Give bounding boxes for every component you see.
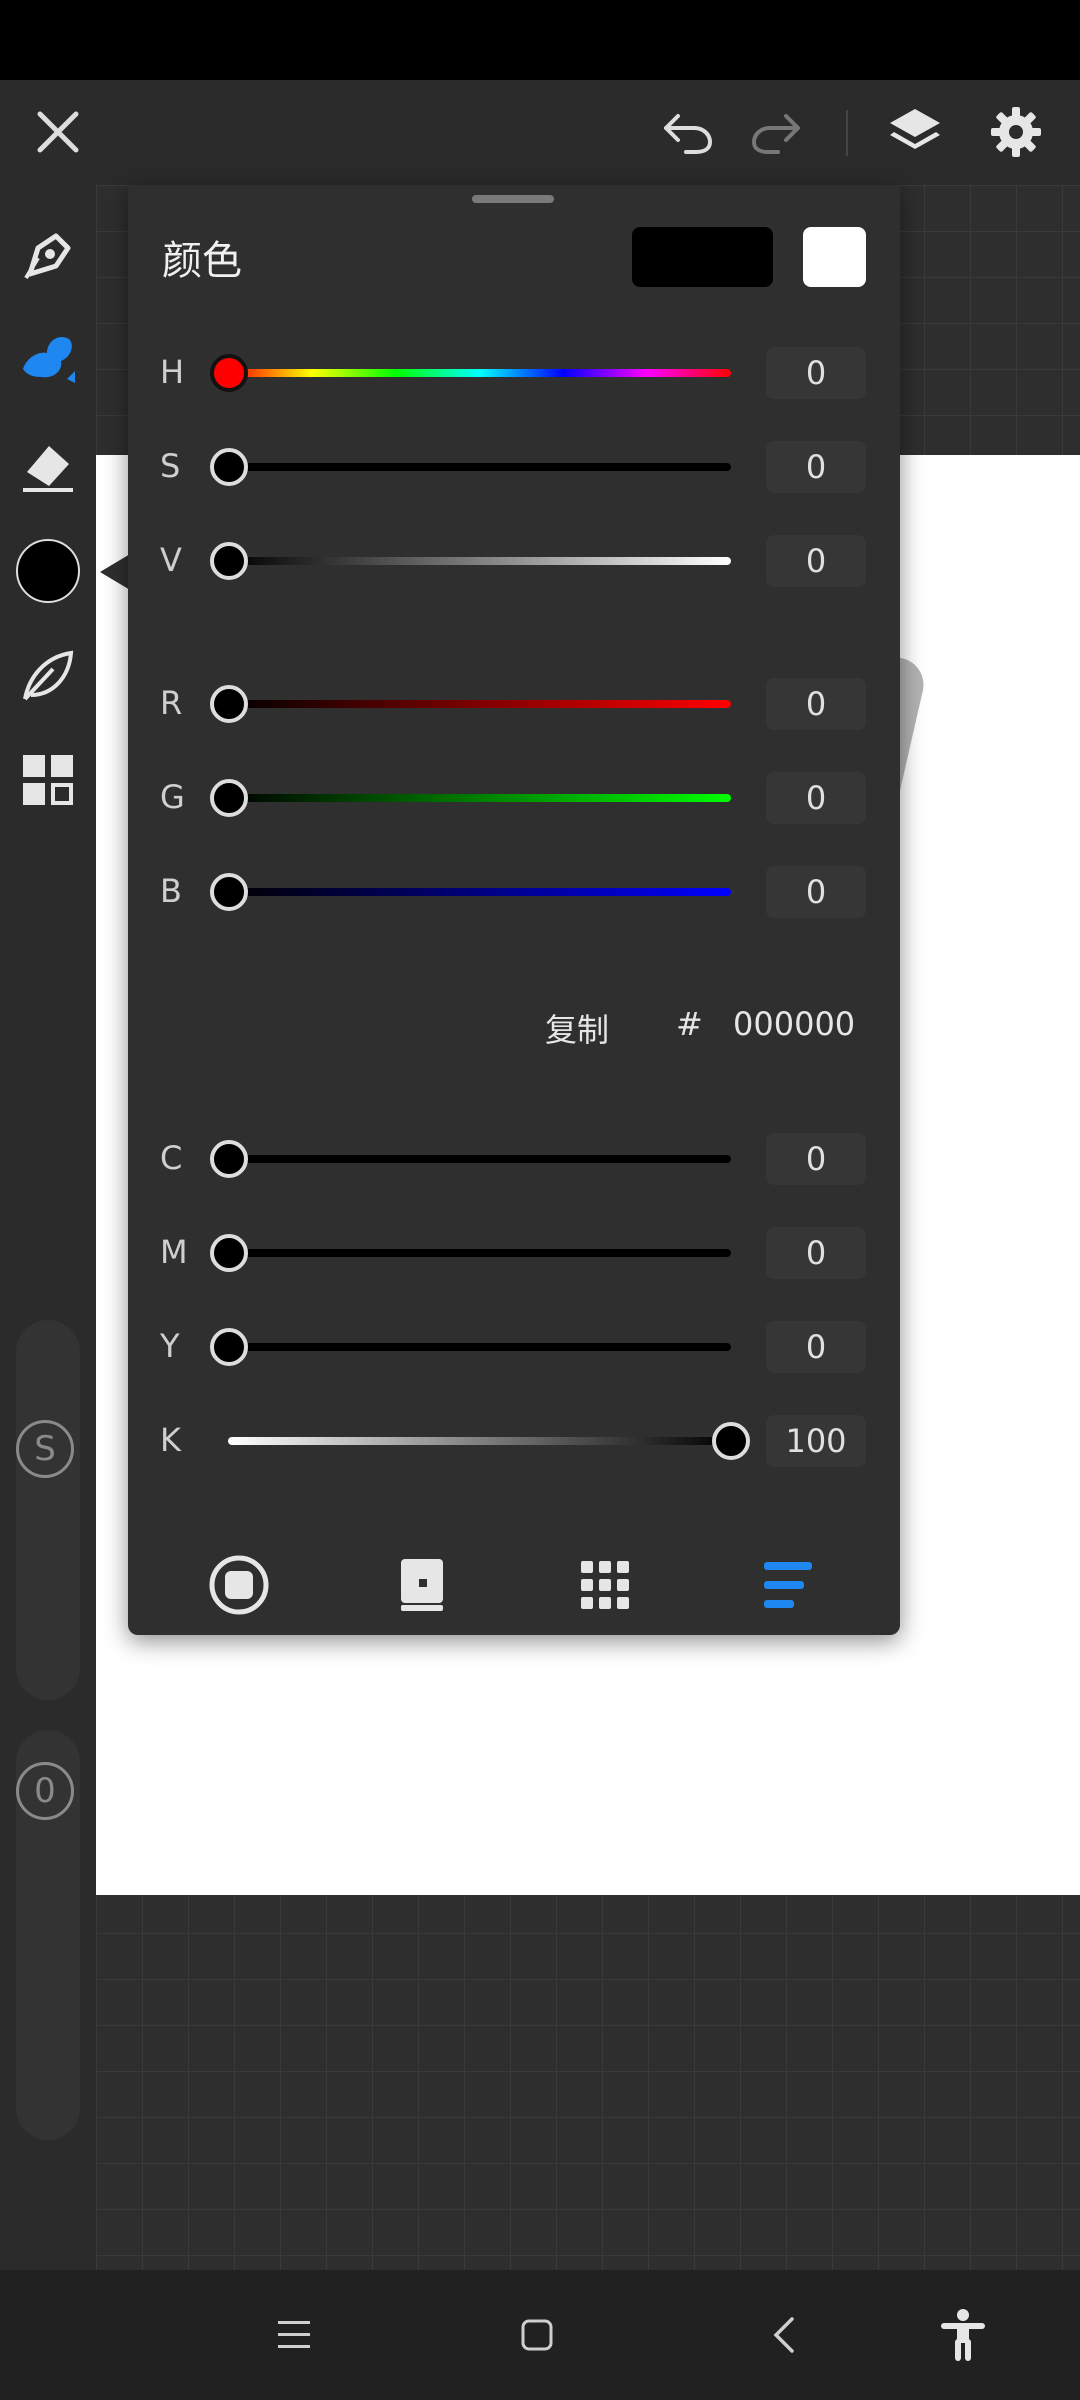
pen-tool-icon[interactable] [14, 222, 82, 290]
black-value[interactable]: 100 [766, 1415, 866, 1467]
magenta-label: M [160, 1233, 188, 1271]
saturation-slider-thumb[interactable] [210, 448, 248, 486]
brush-size-slider[interactable] [16, 1320, 80, 1700]
cyan-label: C [160, 1139, 183, 1177]
hex-value-input[interactable]: 000000 [733, 1005, 855, 1043]
home-icon[interactable] [502, 2300, 572, 2370]
recent-apps-icon[interactable] [259, 2300, 329, 2370]
hue-label: H [160, 353, 185, 391]
cyan-value[interactable]: 0 [766, 1133, 866, 1185]
blue-slider[interactable] [228, 888, 731, 896]
saturation-value[interactable]: 0 [766, 441, 866, 493]
secondary-color-swatch[interactable] [803, 227, 866, 287]
blue-slider-thumb[interactable] [210, 873, 248, 911]
yellow-slider-thumb[interactable] [210, 1328, 248, 1366]
green-value[interactable]: 0 [766, 772, 866, 824]
value-label: V [160, 541, 182, 579]
black-slider-thumb[interactable] [712, 1422, 750, 1460]
saturation-label: S [160, 447, 181, 485]
back-icon[interactable] [749, 2300, 819, 2370]
yellow-value[interactable]: 0 [766, 1321, 866, 1373]
smudge-tool-icon[interactable] [14, 642, 82, 710]
status-bar [0, 0, 1080, 80]
color-swatch-tab-icon[interactable] [387, 1550, 457, 1620]
layers-icon[interactable] [883, 100, 947, 164]
panel-pointer [100, 554, 130, 590]
gallery-grid-icon[interactable] [14, 746, 82, 814]
undo-icon[interactable] [656, 100, 720, 164]
magenta-slider[interactable] [228, 1249, 731, 1257]
brush-tool-icon[interactable] [14, 324, 82, 392]
panel-drag-handle[interactable] [472, 195, 554, 203]
green-slider-thumb[interactable] [210, 779, 248, 817]
sliders-tab-icon[interactable] [753, 1550, 823, 1620]
saturation-slider[interactable] [228, 463, 731, 471]
red-slider-thumb[interactable] [210, 685, 248, 723]
panel-title: 颜色 [162, 238, 242, 284]
magenta-slider-thumb[interactable] [210, 1234, 248, 1272]
hex-hash-label: # [676, 1005, 703, 1043]
yellow-label: Y [160, 1327, 180, 1365]
value-value[interactable]: 0 [766, 535, 866, 587]
cyan-slider[interactable] [228, 1155, 731, 1163]
red-slider[interactable] [228, 700, 731, 708]
palette-grid-tab-icon[interactable] [570, 1550, 640, 1620]
close-icon[interactable] [26, 100, 90, 164]
hue-slider[interactable] [228, 369, 731, 377]
red-label: R [160, 684, 183, 722]
magenta-value[interactable]: 0 [766, 1227, 866, 1279]
black-slider[interactable] [228, 1437, 731, 1445]
hue-value[interactable]: 0 [766, 347, 866, 399]
black-label: K [160, 1421, 181, 1459]
primary-color-swatch[interactable] [632, 227, 773, 287]
green-label: G [160, 778, 185, 816]
color-wheel-tab-icon[interactable] [204, 1550, 274, 1620]
value-slider-thumb[interactable] [210, 542, 248, 580]
settings-gear-icon[interactable] [984, 100, 1048, 164]
copy-hex-button[interactable]: 复制 [545, 1005, 609, 1051]
redo-icon[interactable] [744, 100, 808, 164]
hue-slider-thumb[interactable] [210, 354, 248, 392]
eraser-tool-icon[interactable] [14, 432, 82, 500]
value-slider[interactable] [228, 557, 731, 565]
blue-label: B [160, 872, 182, 910]
blue-value[interactable]: 0 [766, 866, 866, 918]
red-value[interactable]: 0 [766, 678, 866, 730]
accessibility-icon[interactable] [928, 2300, 998, 2370]
brush-size-badge: S [16, 1420, 74, 1478]
current-color-swatch[interactable] [14, 537, 82, 605]
green-slider[interactable] [228, 794, 731, 802]
yellow-slider[interactable] [228, 1343, 731, 1351]
opacity-badge: 0 [16, 1762, 74, 1820]
toolbar-divider [846, 110, 848, 156]
cyan-slider-thumb[interactable] [210, 1140, 248, 1178]
